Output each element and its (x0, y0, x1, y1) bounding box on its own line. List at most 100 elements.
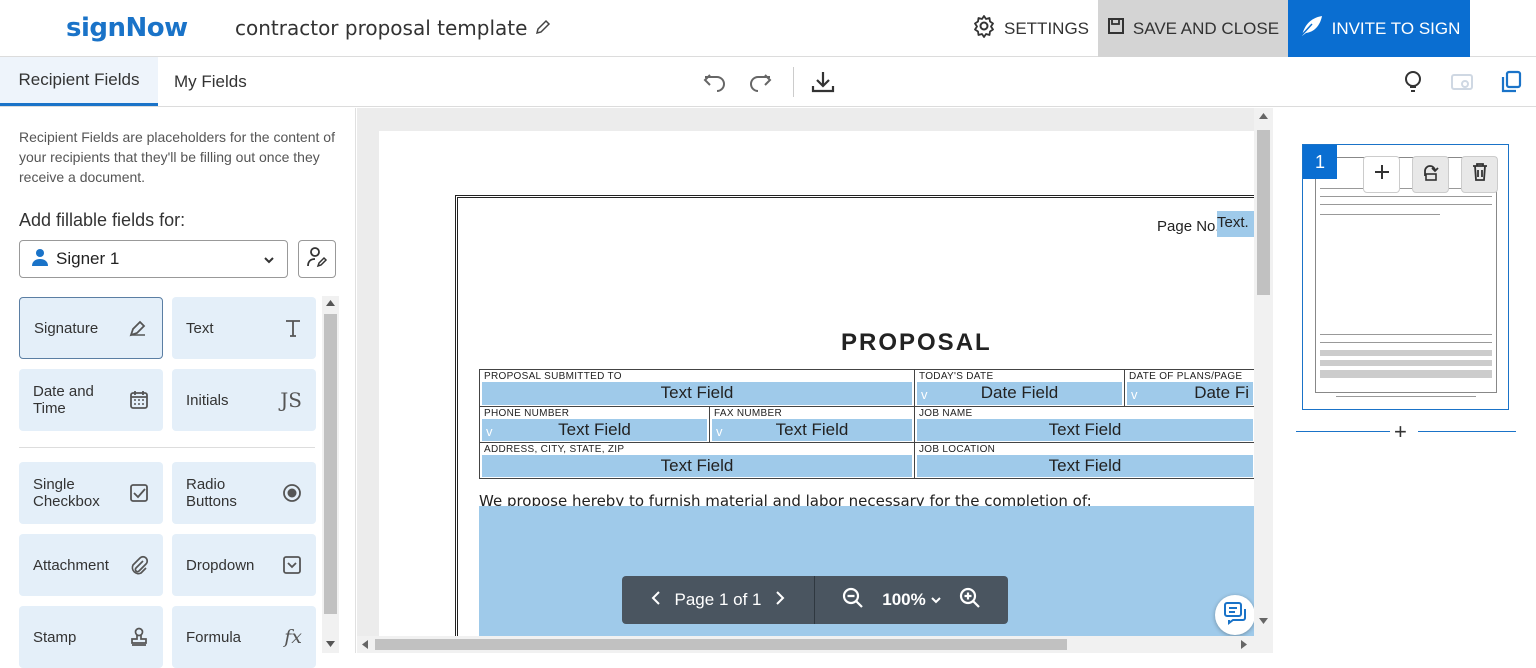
trash-icon (1471, 162, 1489, 187)
text-field-phone[interactable]: v Text Field (482, 419, 707, 441)
tab-recipient-fields[interactable]: Recipient Fields (0, 57, 158, 106)
redo-icon[interactable] (745, 67, 775, 97)
tab-my-fields[interactable]: My Fields (174, 57, 247, 106)
field-attachment[interactable]: Attachment (19, 534, 163, 596)
delete-page-button[interactable] (1461, 156, 1498, 193)
document-vertical-scrollbar[interactable] (1254, 108, 1273, 653)
chevron-right-icon[interactable] (775, 590, 785, 611)
proposal-form-table: PROPOSAL SUBMITTED TO Text Field TODAY'S… (479, 369, 1255, 479)
dropdown-icon (282, 555, 302, 575)
field-dropdown[interactable]: Dropdown (172, 534, 316, 596)
chat-support-button[interactable] (1215, 595, 1255, 635)
field-label: Signature (34, 319, 99, 337)
field-marker: v (921, 387, 928, 402)
cell-todays-date: TODAY'S DATE v Date Field (914, 370, 1124, 407)
add-page-button[interactable] (1363, 156, 1400, 193)
signer-name: Signer 1 (56, 249, 120, 268)
field-formula[interactable]: Formula fx (172, 606, 316, 668)
fields-scrollbar-thumb[interactable] (324, 314, 337, 614)
field-signature[interactable]: Signature (19, 297, 163, 359)
field-date-and-time[interactable]: Date and Time (19, 369, 163, 431)
invite-to-sign-label: INVITE TO SIGN (1331, 18, 1461, 38)
field-label: Formula (186, 628, 242, 646)
page-no-text-field[interactable]: Text. (1217, 211, 1255, 237)
manage-signers-button[interactable] (298, 240, 336, 278)
edit-pencil-icon[interactable] (535, 16, 551, 40)
page-no-label: Page No. (1157, 218, 1220, 235)
date-field-todays-date[interactable]: v Date Field (917, 382, 1122, 405)
field-placeholder: Date Fi (1194, 383, 1249, 402)
field-radio-buttons[interactable]: Radio Buttons (172, 462, 316, 524)
cell-address: ADDRESS, CITY, STATE, ZIP Text Field (479, 443, 914, 479)
stamp-icon (129, 627, 149, 647)
field-marker: v (1131, 387, 1138, 402)
field-stamp[interactable]: Stamp (19, 606, 163, 668)
page-thumbnails-panel: 1 + (1274, 108, 1536, 653)
page-thumbnail[interactable]: 1 (1302, 144, 1509, 410)
label-fax-number: FAX NUMBER (714, 408, 783, 419)
label-job-location: JOB LOCATION (919, 444, 996, 455)
download-icon[interactable] (808, 67, 838, 97)
field-placeholder: Text Field (1048, 420, 1122, 439)
edit-person-icon (306, 246, 328, 273)
text-field-job-name[interactable]: Text Field (917, 419, 1253, 441)
cell-job-name: JOB NAME Text Field (914, 407, 1255, 443)
cell-date-of-plans: DATE OF PLANS/PAGE v Date Fi (1124, 370, 1255, 407)
document-horizontal-scrollbar[interactable] (357, 636, 1254, 653)
field-label: Stamp (33, 628, 77, 646)
horizontal-scrollbar-thumb[interactable] (375, 639, 1067, 650)
zoom-select[interactable]: 100% (882, 590, 941, 610)
field-label: Radio Buttons (186, 476, 237, 510)
field-single-checkbox[interactable]: Single Checkbox (19, 462, 163, 524)
document-title-text[interactable]: contractor proposal template (235, 16, 527, 40)
rotate-icon (1421, 162, 1441, 187)
text-field-job-location[interactable]: Text Field (917, 455, 1253, 477)
field-label: Text (186, 319, 214, 337)
text-field-fax[interactable]: v Text Field (712, 419, 912, 441)
fields-scrollbar[interactable] (322, 296, 339, 653)
divider-line (1296, 431, 1390, 432)
date-field-date-of-plans[interactable]: v Date Fi (1127, 382, 1253, 405)
vertical-scrollbar-thumb[interactable] (1257, 130, 1270, 295)
field-placeholder: Text Field (660, 383, 734, 402)
pages-panel-icon[interactable] (1496, 67, 1526, 97)
recipient-fields-intro: Recipient Fields are placeholders for th… (19, 129, 335, 185)
document-title[interactable]: contractor proposal template (235, 16, 551, 40)
zoom-group: 100% (815, 576, 1008, 624)
page-nav-group: Page 1 of 1 (622, 576, 814, 624)
paperclip-icon (129, 555, 149, 575)
text-field-submitted-to[interactable]: Text Field (482, 382, 912, 405)
thumbnail-page-number: 1 (1303, 145, 1337, 179)
insert-page-plus[interactable]: + (1394, 419, 1407, 445)
field-placeholder: Text Field (1048, 456, 1122, 475)
field-marker: v (486, 424, 493, 439)
cell-phone-number: PHONE NUMBER v Text Field (479, 407, 709, 443)
left-panel: Recipient Fields are placeholders for th… (0, 108, 356, 668)
undo-icon[interactable] (700, 67, 730, 97)
settings-button[interactable]: SETTINGS (972, 0, 1089, 57)
field-text[interactable]: Text (172, 297, 316, 359)
fields-panel-icon[interactable] (1447, 67, 1477, 97)
field-label: Single Checkbox (33, 476, 100, 510)
text-field-address[interactable]: Text Field (482, 455, 912, 477)
field-label: Attachment (33, 556, 109, 574)
signnow-logo[interactable]: signNow (66, 13, 188, 43)
field-placeholder: Text Field (775, 420, 849, 439)
checkbox-icon (129, 483, 149, 503)
divider-line (1418, 431, 1516, 432)
lightbulb-icon[interactable] (1398, 67, 1428, 97)
zoom-in-icon[interactable] (959, 587, 981, 614)
zoom-out-icon[interactable] (842, 587, 864, 614)
field-initials[interactable]: Initials JS (172, 369, 316, 431)
save-disk-icon (1107, 17, 1125, 40)
plus-icon (1373, 163, 1391, 186)
save-and-close-button[interactable]: SAVE AND CLOSE (1098, 0, 1288, 57)
label-proposal-submitted-to: PROPOSAL SUBMITTED TO (484, 371, 622, 382)
invite-to-sign-button[interactable]: INVITE TO SIGN (1288, 0, 1470, 57)
label-phone-number: PHONE NUMBER (484, 408, 570, 419)
field-label: Date and Time (33, 383, 94, 417)
label-date-of-plans: DATE OF PLANS/PAGE (1129, 371, 1243, 382)
signer-dropdown[interactable]: Signer 1 (19, 240, 288, 278)
rotate-page-button[interactable] (1412, 156, 1449, 193)
chevron-left-icon[interactable] (651, 590, 661, 611)
